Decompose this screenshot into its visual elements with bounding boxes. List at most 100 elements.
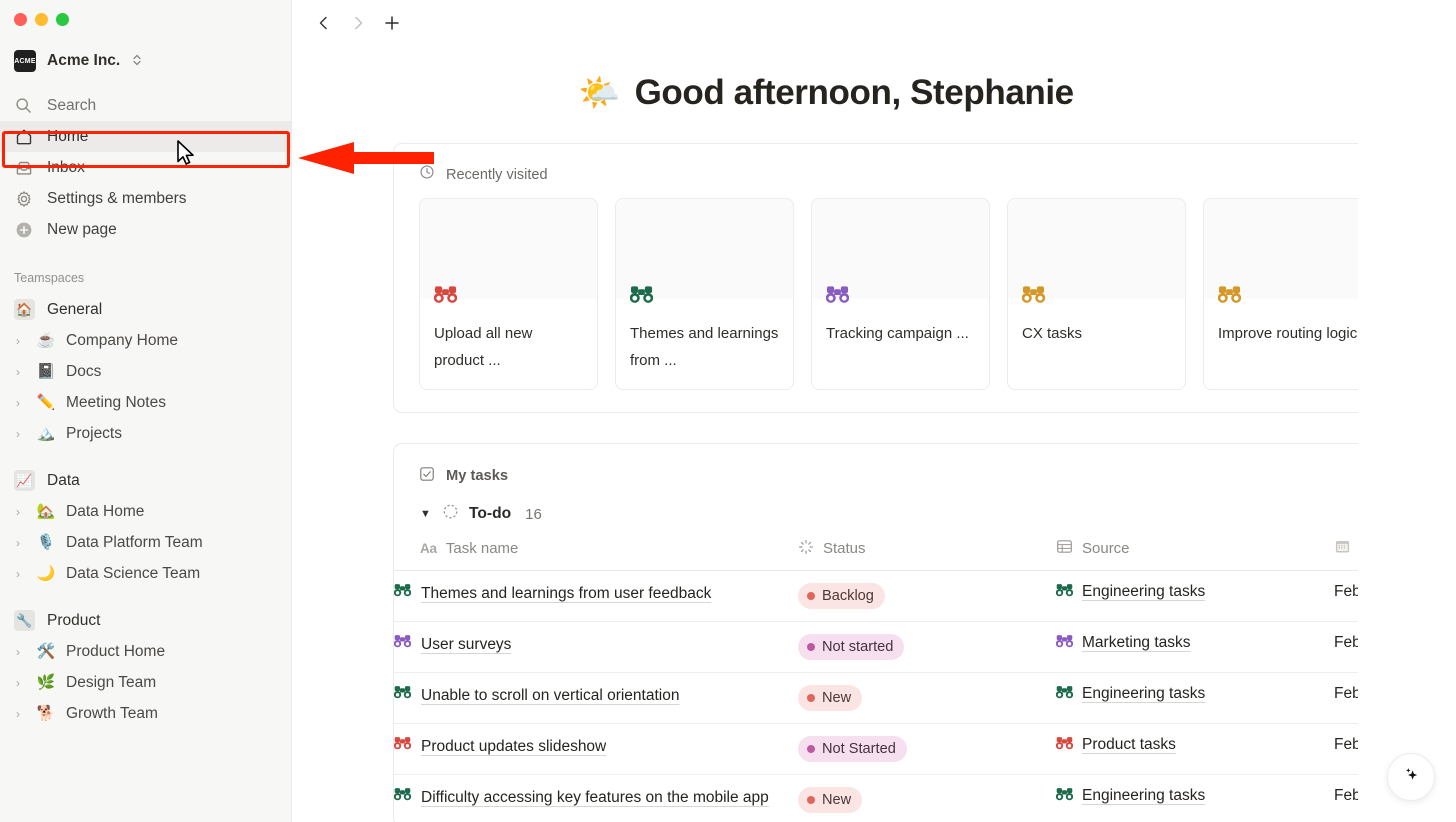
cell-status[interactable]: Backlog	[798, 570, 1056, 622]
sidebar-page-docs[interactable]: › 📓 Docs	[0, 356, 291, 387]
chevron-right-icon[interactable]: ›	[10, 365, 26, 379]
maximize-window-button[interactable]	[56, 13, 69, 26]
cell-task-name[interactable]: Difficulty accessing key features on the…	[393, 774, 798, 822]
recent-card[interactable]: Themes and learnings from ...	[615, 198, 794, 390]
sidebar-page-company-home[interactable]: › ☕ Company Home	[0, 325, 291, 356]
my-tasks-title: My tasks	[446, 468, 509, 484]
wrench-icon: 🔧	[14, 610, 35, 631]
cell-task-name[interactable]: Product updates slideshow	[393, 723, 798, 775]
close-window-button[interactable]	[14, 13, 27, 26]
page-label: Data Home	[66, 502, 145, 520]
calendar-icon	[1334, 538, 1351, 559]
chevron-right-icon[interactable]: ›	[10, 707, 26, 721]
nav-back-button[interactable]	[310, 9, 338, 37]
binoculars-icon	[1055, 685, 1074, 703]
sidebar-item-home[interactable]: Home	[0, 121, 291, 152]
app-window: ACME Acme Inc. Search Home Inbox Setting…	[0, 0, 1456, 822]
binoculars-icon	[393, 583, 412, 604]
status-text: Not Started	[822, 741, 896, 757]
recent-card[interactable]: Tracking campaign ...	[811, 198, 990, 390]
cell-status[interactable]: New	[798, 672, 1056, 724]
sidebar-page-projects[interactable]: › 🏔️ Projects	[0, 418, 291, 449]
column-header-source[interactable]: Source	[1056, 533, 1334, 571]
task-group-header[interactable]: ▼ To-do 16	[394, 490, 1456, 533]
recently-visited-title: Recently visited	[446, 166, 548, 183]
chevron-right-icon[interactable]: ›	[10, 427, 26, 441]
table-row[interactable]: User surveys Not started Marketing tasks…	[393, 621, 1456, 673]
cell-source[interactable]: Engineering tasks	[1055, 774, 1334, 822]
page-label: Docs	[66, 362, 102, 380]
chevron-right-icon[interactable]: ›	[10, 676, 26, 690]
new-tab-button[interactable]	[378, 9, 406, 37]
house-icon: 🏠	[14, 299, 35, 320]
cell-task-name[interactable]: User surveys	[393, 621, 798, 673]
chevron-right-icon[interactable]: ›	[10, 396, 26, 410]
chevron-right-icon[interactable]: ›	[10, 536, 26, 550]
recently-visited-cards: Upload all new product ... Themes and le…	[394, 188, 1456, 412]
cell-date[interactable]: Feb	[1334, 621, 1456, 673]
recently-visited-header: Recently visited	[394, 144, 1456, 188]
workspace-switcher[interactable]: ACME Acme Inc.	[0, 44, 291, 78]
teamspace-label: Product	[47, 611, 101, 629]
microphone-icon: 🎙️	[36, 534, 56, 551]
teamspace-general[interactable]: 🏠 General	[0, 294, 291, 325]
top-bar	[292, 0, 1456, 45]
sidebar-item-settings-members[interactable]: Settings & members	[0, 183, 291, 214]
sidebar-item-inbox[interactable]: Inbox	[0, 152, 291, 183]
sidebar-page-data-science-team[interactable]: › 🌙 Data Science Team	[0, 558, 291, 589]
moon-icon: 🌙	[36, 565, 56, 582]
chevron-right-icon[interactable]: ›	[10, 334, 26, 348]
pencil-icon: ✏️	[36, 394, 56, 411]
nav-forward-button[interactable]	[344, 9, 372, 37]
page-label: Data Platform Team	[66, 533, 203, 551]
teamspace-data[interactable]: 📈 Data	[0, 465, 291, 496]
sidebar-page-data-platform-team[interactable]: › 🎙️ Data Platform Team	[0, 527, 291, 558]
cell-status[interactable]: New	[798, 774, 1056, 822]
cell-source[interactable]: Engineering tasks	[1055, 672, 1334, 724]
chevron-right-icon[interactable]: ›	[10, 567, 26, 581]
cell-status[interactable]: Not started	[798, 621, 1056, 673]
cell-task-name[interactable]: Unable to scroll on vertical orientation	[393, 672, 798, 724]
cell-date[interactable]: Feb	[1334, 672, 1456, 724]
cell-source[interactable]: Product tasks	[1055, 723, 1334, 775]
teamspace-product[interactable]: 🔧 Product	[0, 605, 291, 636]
cell-source[interactable]: Engineering tasks	[1055, 570, 1334, 622]
task-name-text: Unable to scroll on vertical orientation	[421, 687, 680, 704]
table-row[interactable]: Difficulty accessing key features on the…	[393, 774, 1456, 822]
page-label: Company Home	[66, 331, 178, 349]
sidebar-page-design-team[interactable]: › 🌿 Design Team	[0, 667, 291, 698]
ai-assistant-button[interactable]	[1387, 753, 1435, 801]
column-header-status[interactable]: Status	[798, 533, 1056, 571]
herb-icon: 🌿	[36, 674, 56, 691]
recent-card[interactable]: Improve routing logic	[1203, 198, 1382, 390]
binoculars-icon	[393, 634, 412, 655]
table-row[interactable]: Unable to scroll on vertical orientation…	[393, 672, 1456, 724]
workspace-name: Acme Inc.	[47, 52, 121, 69]
sidebar-page-product-home[interactable]: › 🛠️ Product Home	[0, 636, 291, 667]
sidebar-page-meeting-notes[interactable]: › ✏️ Meeting Notes	[0, 387, 291, 418]
table-row[interactable]: Themes and learnings from user feedback …	[393, 570, 1456, 622]
cell-status[interactable]: Not Started	[798, 723, 1056, 775]
table-row[interactable]: Product updates slideshow Not Started Pr…	[393, 723, 1456, 775]
minimize-window-button[interactable]	[35, 13, 48, 26]
cell-task-name[interactable]: Themes and learnings from user feedback	[393, 570, 798, 622]
recent-card[interactable]: CX tasks	[1007, 198, 1186, 390]
column-header-date[interactable]	[1334, 533, 1456, 571]
cell-source[interactable]: Marketing tasks	[1055, 621, 1334, 673]
mountain-icon: 🏔️	[36, 425, 56, 442]
binoculars-icon	[1217, 285, 1242, 309]
cell-date[interactable]: Feb	[1334, 570, 1456, 622]
collapse-caret-icon[interactable]: ▼	[420, 508, 432, 520]
chevron-right-icon[interactable]: ›	[10, 645, 26, 659]
sidebar-page-data-home[interactable]: › 🏡 Data Home	[0, 496, 291, 527]
column-header-task-name[interactable]: Aa Task name	[394, 533, 798, 571]
task-name-text: Product updates slideshow	[421, 738, 607, 755]
dog-icon: 🐕	[36, 705, 56, 722]
sidebar-item-new-page[interactable]: New page	[0, 214, 291, 245]
recent-card[interactable]: Upload all new product ...	[419, 198, 598, 390]
main-content: 🌤️ Good afternoon, Stephanie Recently vi…	[292, 0, 1456, 822]
sidebar-item-search[interactable]: Search	[0, 90, 291, 121]
chevron-right-icon[interactable]: ›	[10, 505, 26, 519]
more-options-button[interactable]	[1408, 9, 1436, 37]
sidebar-page-growth-team[interactable]: › 🐕 Growth Team	[0, 698, 291, 729]
